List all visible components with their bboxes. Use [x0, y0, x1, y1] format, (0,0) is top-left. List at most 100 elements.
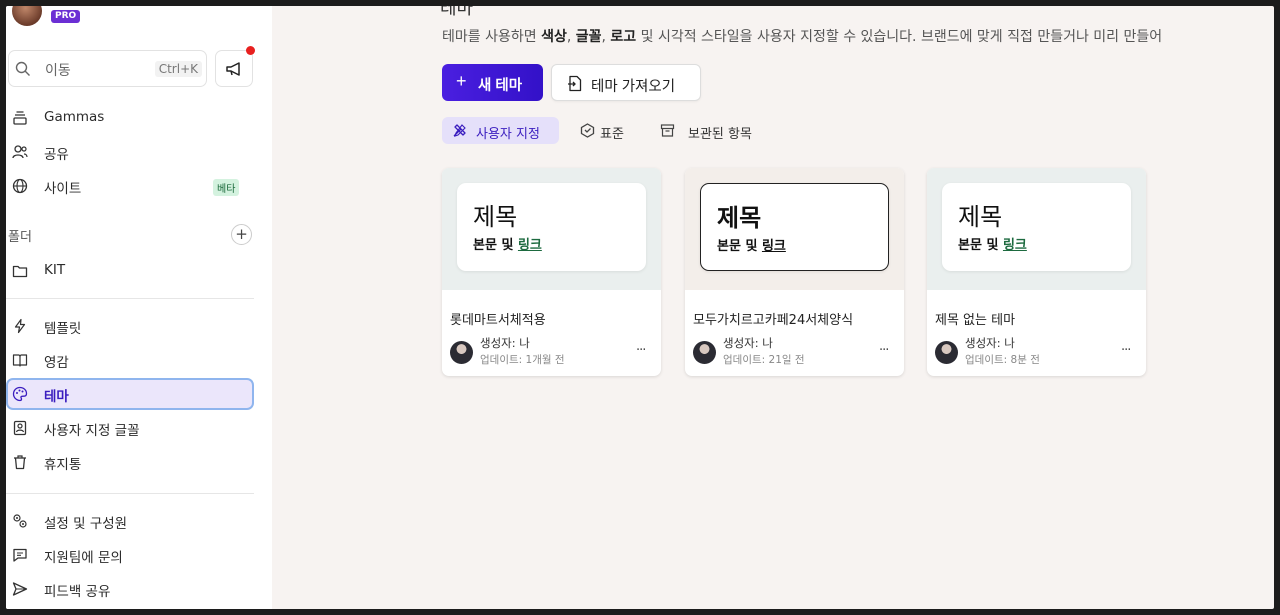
- theme-creator: 생성자: 나: [965, 336, 1015, 350]
- theme-preview-card: 제목 본문 및 링크: [942, 183, 1131, 271]
- sidebar-item-gammas[interactable]: Gammas: [6, 102, 254, 134]
- sidebar-item-trash[interactable]: 휴지통: [6, 446, 254, 478]
- page-title: 테마: [440, 6, 474, 19]
- trash-icon: [14, 455, 26, 470]
- notification-dot: [246, 46, 255, 55]
- divider: [6, 493, 254, 494]
- more-options-icon[interactable]: ...: [879, 339, 889, 354]
- preview-link: 링크: [1002, 238, 1027, 253]
- theme-updated: 업데이트: 1개월 전: [480, 354, 565, 366]
- sidebar-item-settings[interactable]: 설정 및 구성원: [6, 505, 254, 537]
- sidebar-item-inspiration[interactable]: 영감: [6, 344, 254, 376]
- sidebar-item-label: KIT: [44, 262, 66, 278]
- tools-icon: [453, 124, 466, 137]
- sidebar-item-label: 템플릿: [44, 321, 82, 337]
- sidebar-item-label: 테마: [44, 389, 69, 405]
- preview-title: 제목: [473, 203, 518, 231]
- search-placeholder: 이동: [45, 63, 71, 79]
- sidebar-item-label: 영감: [44, 355, 69, 371]
- book-icon: [12, 354, 28, 367]
- theme-preview: 제목 본문 및 링크: [685, 168, 904, 290]
- desc-text: ,: [566, 29, 576, 45]
- archive-icon: [660, 124, 675, 137]
- preview-title: 제목: [717, 204, 762, 232]
- add-folder-button[interactable]: +: [231, 224, 252, 245]
- theme-updated: 업데이트: 21일 전: [723, 354, 805, 366]
- bolt-icon: [14, 318, 26, 334]
- divider: [6, 298, 254, 299]
- preview-body: 본문 및 링크: [717, 235, 786, 254]
- preview-link: 링크: [761, 239, 786, 254]
- theme-preview: 제목 본문 및 링크: [927, 168, 1146, 290]
- creator-avatar: [450, 341, 473, 364]
- theme-card[interactable]: 제목 본문 및 링크 롯데마트서체적용 생성자: 나 업데이트: 1개월 전 .…: [442, 168, 661, 376]
- sidebar-item-contact-support[interactable]: 지원팀에 문의: [6, 539, 254, 571]
- folders-heading: 폴더: [8, 230, 32, 245]
- desc-emphasis: 색상: [541, 29, 567, 45]
- theme-name: 제목 없는 테마: [935, 313, 1016, 328]
- new-theme-button[interactable]: + 새 테마: [442, 64, 543, 101]
- file-import-icon: [568, 75, 582, 92]
- preview-body-text: 본문 및: [717, 239, 762, 254]
- more-options-icon[interactable]: ...: [1121, 339, 1131, 354]
- sidebar-item-kit[interactable]: KIT: [6, 255, 254, 287]
- desc-emphasis: 로고: [610, 29, 637, 45]
- sidebar-item-label: 사이트: [44, 181, 82, 197]
- tab-archived[interactable]: 보관된 항목: [650, 117, 762, 144]
- main-content: 테마 테마를 사용하면 색상, 글꼴, 로고 및 시각적 스타일을 사용자 지정…: [272, 6, 1274, 609]
- pro-badge: PRO: [51, 10, 81, 23]
- sidebar-item-feedback[interactable]: 피드백 공유: [6, 573, 254, 605]
- preview-title: 제목: [958, 203, 1003, 231]
- creator-avatar: [935, 341, 958, 364]
- preview-link: 링크: [517, 238, 542, 253]
- sidebar-item-label: 공유: [44, 147, 69, 163]
- theme-name: 모두가치르고카페24서체양식: [693, 313, 854, 328]
- chat-icon: [13, 548, 27, 562]
- search-shortcut: Ctrl+K: [154, 61, 202, 77]
- tab-custom[interactable]: 사용자 지정: [442, 117, 559, 144]
- sidebar-item-share[interactable]: 공유: [6, 136, 254, 168]
- sidebar-item-label: 피드백 공유: [44, 584, 111, 600]
- theme-creator: 생성자: 나: [723, 336, 773, 350]
- preview-body: 본문 및 링크: [473, 234, 542, 253]
- sidebar-item-label: 설정 및 구성원: [44, 516, 128, 532]
- theme-updated: 업데이트: 8분 전: [965, 354, 1040, 366]
- preview-body: 본문 및 링크: [958, 234, 1027, 253]
- app-window: PRO 이동 Ctrl+K Gammas 공유 사이트 베타 폴더 + KIT: [6, 6, 1274, 609]
- import-theme-button[interactable]: 테마 가져오기: [551, 64, 701, 101]
- sidebar-item-label: 사용자 지정 글꼴: [44, 423, 140, 439]
- theme-card[interactable]: 제목 본문 및 링크 제목 없는 테마 생성자: 나 업데이트: 8분 전 ..…: [927, 168, 1146, 376]
- sidebar-item-themes[interactable]: 테마: [6, 378, 254, 410]
- sidebar-item-templates[interactable]: 템플릿: [6, 310, 254, 342]
- sidebar-item-custom-fonts[interactable]: 사용자 지정 글꼴: [6, 412, 254, 444]
- tab-label: 표준: [600, 127, 624, 142]
- desc-text: 테마를 사용하면: [442, 29, 542, 45]
- creator-avatar: [693, 341, 716, 364]
- folder-icon: [12, 265, 28, 278]
- desc-text: 및 시각적 스타일을 사용자 지정할 수 있습니다. 브랜드에 맞게 직접 만들…: [636, 29, 1163, 45]
- theme-preview: 제목 본문 및 링크: [442, 168, 661, 290]
- sidebar-item-label: Gammas: [44, 109, 105, 125]
- page-description: 테마를 사용하면 색상, 글꼴, 로고 및 시각적 스타일을 사용자 지정할 수…: [442, 26, 1162, 46]
- theme-preview-card: 제목 본문 및 링크: [700, 183, 889, 271]
- plus-icon: +: [456, 71, 467, 91]
- theme-creator: 생성자: 나: [480, 336, 530, 350]
- search-box[interactable]: 이동 Ctrl+K: [8, 50, 207, 87]
- sidebar-item-sites[interactable]: 사이트 베타: [6, 170, 254, 202]
- announcements-button[interactable]: [215, 50, 253, 87]
- preview-body-text: 본문 및: [473, 238, 518, 253]
- tab-standard[interactable]: 표준: [570, 117, 640, 144]
- more-options-icon[interactable]: ...: [636, 339, 646, 354]
- user-avatar[interactable]: [12, 6, 42, 26]
- tab-label: 보관된 항목: [688, 127, 752, 142]
- import-theme-label: 테마 가져오기: [591, 79, 676, 95]
- font-icon: [13, 420, 27, 436]
- palette-icon: [12, 386, 28, 402]
- theme-card[interactable]: 제목 본문 및 링크 모두가치르고카페24서체양식 생성자: 나 업데이트: 2…: [685, 168, 904, 376]
- search-icon: [15, 61, 30, 76]
- tab-label: 사용자 지정: [476, 127, 540, 142]
- desc-emphasis: 글꼴: [575, 29, 602, 45]
- sidebar: PRO 이동 Ctrl+K Gammas 공유 사이트 베타 폴더 + KIT: [6, 6, 272, 609]
- sidebar-item-label: 휴지통: [44, 457, 82, 473]
- sidebar-item-label: 지원팀에 문의: [44, 550, 123, 566]
